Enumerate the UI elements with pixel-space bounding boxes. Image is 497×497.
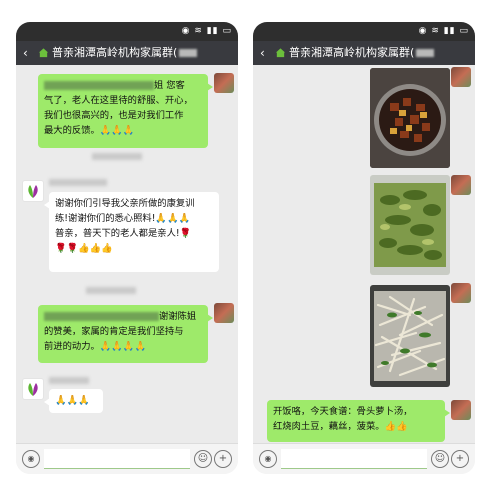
message-list: 开饭咯，今天食谱：骨头萝卜汤， 红烧肉土豆，藕丝，菠菜。👍👍	[253, 65, 475, 444]
redacted-sender-name	[49, 377, 89, 384]
message-text: 开饭咯，今天食谱：骨头萝卜汤，	[273, 406, 413, 417]
message-bubble-other[interactable]: 🙏🙏🙏	[44, 389, 103, 413]
message-text: 红烧肉土豆，藕丝，菠菜。👍👍	[273, 421, 408, 432]
avatar[interactable]	[451, 175, 471, 195]
leaf-icon	[28, 383, 38, 396]
plus-icon[interactable]: +	[451, 450, 469, 468]
avatar[interactable]	[22, 378, 44, 400]
photo-image	[370, 175, 450, 275]
avatar[interactable]	[451, 400, 471, 420]
message-text: 练!谢谢你们的悉心照料!🙏🙏🙏	[55, 213, 191, 224]
message-text: 谢谢陈姐	[159, 311, 197, 322]
status-icons: ◉ ≋ ▮▮ ▭	[181, 26, 232, 36]
food-photo-braised-pork[interactable]	[370, 68, 450, 168]
back-icon[interactable]: ‹	[23, 41, 28, 65]
house-icon	[38, 48, 49, 58]
chat-title-bar: ‹ 普亲湘潭高岭机构家属群(	[253, 41, 475, 65]
status-bar: ◉ ≋ ▮▮ ▭	[253, 22, 475, 41]
message-text: 最大的反馈。🙏🙏🙏	[44, 125, 135, 136]
message-text: 我们也很高兴的，也是对我们工作	[44, 110, 184, 121]
message-text: 前进的动力。🙏🙏🙏🙏	[44, 341, 147, 352]
message-text: 的赞美，家属的肯定是我们坚持与	[44, 326, 184, 337]
redacted-time	[86, 287, 136, 294]
message-bubble-self[interactable]: 姐 您客 气了，老人在这里待的舒服、开心， 我们也很高兴的，也是对我们工作 最大…	[38, 74, 213, 148]
message-text: 🙏🙏🙏	[55, 395, 90, 406]
plus-icon[interactable]: +	[214, 450, 232, 468]
message-text: 谢谢你们引导我父亲所做的康复训	[55, 198, 195, 209]
redacted-time	[92, 153, 142, 160]
chat-title: 普亲湘潭高岭机构家属群(	[52, 41, 198, 65]
voice-icon[interactable]: ◉	[259, 450, 277, 468]
chat-title: 普亲湘潭高岭机构家属群(	[289, 41, 435, 65]
avatar[interactable]	[214, 73, 234, 93]
redacted-sender-name	[49, 179, 107, 186]
message-input[interactable]	[44, 449, 190, 469]
chat-title-bar: ‹ 普亲湘潭高岭机构家属群(	[16, 41, 238, 65]
photo-image	[370, 68, 450, 168]
message-text: 🌹🌹👍👍👍	[55, 243, 113, 254]
house-icon	[275, 48, 286, 58]
message-bubble-self[interactable]: 开饭咯，今天食谱：骨头萝卜汤， 红烧肉土豆，藕丝，菠菜。👍👍	[267, 400, 450, 442]
message-bubble-other[interactable]: 谢谢你们引导我父亲所做的康复训 练!谢谢你们的悉心照料!🙏🙏🙏 普亲，普天下的老…	[44, 192, 219, 272]
chat-input-bar: ◉ ☺ +	[253, 443, 475, 474]
left-phone-screen: ◉ ≋ ▮▮ ▭ ‹ 普亲湘潭高岭机构家属群( 姐 您客 气了，老人在这里待的舒…	[16, 22, 238, 474]
emoji-icon[interactable]: ☺	[431, 450, 449, 468]
message-text: 气了，老人在这里待的舒服、开心，	[44, 95, 193, 106]
status-bar: ◉ ≋ ▮▮ ▭	[16, 22, 238, 41]
avatar[interactable]	[451, 283, 471, 303]
message-bubble-self[interactable]: 谢谢陈姐 的赞美，家属的肯定是我们坚持与 前进的动力。🙏🙏🙏🙏	[38, 305, 213, 363]
message-list: 姐 您客 气了，老人在这里待的舒服、开心， 我们也很高兴的，也是对我们工作 最大…	[16, 65, 238, 444]
photo-image	[370, 285, 450, 387]
food-photo-spinach[interactable]	[370, 175, 450, 275]
avatar[interactable]	[451, 67, 471, 87]
leaf-icon	[28, 185, 38, 198]
emoji-icon[interactable]: ☺	[194, 450, 212, 468]
message-input[interactable]	[281, 449, 427, 469]
avatar[interactable]	[22, 180, 44, 202]
chat-input-bar: ◉ ☺ +	[16, 443, 238, 474]
food-photo-shredded-potato[interactable]	[370, 285, 450, 387]
message-text: 姐 您客	[154, 80, 185, 91]
voice-icon[interactable]: ◉	[22, 450, 40, 468]
message-text: 普亲，普天下的老人都是亲人!🌹	[55, 228, 192, 239]
right-phone-screen: ◉ ≋ ▮▮ ▭ ‹ 普亲湘潭高岭机构家属群(开饭咯，今天食谱：骨头萝卜汤， …	[253, 22, 475, 474]
status-icons: ◉ ≋ ▮▮ ▭	[418, 26, 469, 36]
avatar[interactable]	[214, 303, 234, 323]
back-icon[interactable]: ‹	[260, 41, 265, 65]
